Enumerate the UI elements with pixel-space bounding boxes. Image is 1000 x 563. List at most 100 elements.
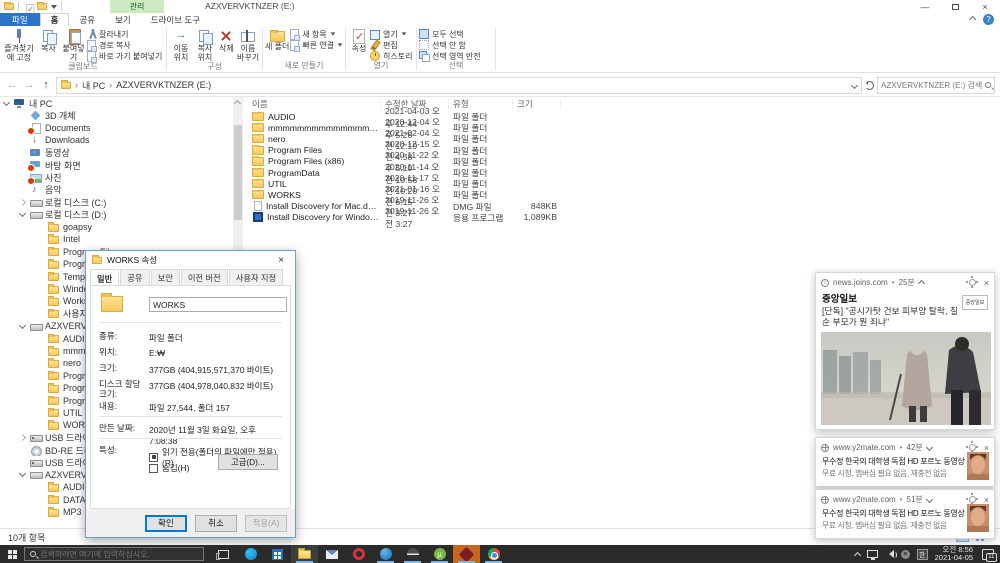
dialog-tab[interactable]: 일반: [90, 269, 119, 286]
dialog-tab[interactable]: 사용자 지정: [229, 269, 283, 285]
close-icon[interactable]: ×: [984, 443, 989, 453]
opera-button[interactable]: [345, 545, 372, 563]
expander-icon[interactable]: [19, 199, 26, 206]
select-none-button[interactable]: 선택 안 함: [419, 40, 481, 50]
file-row[interactable]: WORKS 2021-01-16 오전 6:15 파일 폴더: [248, 189, 1000, 200]
store-button[interactable]: [264, 545, 291, 563]
column-header-size[interactable]: 크기: [513, 99, 561, 110]
properties-button[interactable]: 속성: [348, 27, 370, 54]
utorrent-button[interactable]: µ: [426, 545, 453, 563]
sidebar-item[interactable]: Documents: [0, 122, 233, 134]
file-row[interactable]: Install Discovery for Mac.dmg 2019-11-26…: [248, 201, 1000, 212]
up-button[interactable]: ↑: [39, 79, 53, 91]
copy-path-button[interactable]: 경로 복사: [86, 40, 162, 50]
sidebar-item[interactable]: 사진: [0, 171, 233, 183]
file-row[interactable]: AUDIO 2021-04-03 오후 12:44 파일 폴더: [248, 111, 1000, 122]
close-icon[interactable]: ×: [984, 278, 989, 288]
column-header-type[interactable]: 유형: [449, 99, 513, 110]
tab-view[interactable]: 보기: [105, 13, 141, 26]
expander-icon[interactable]: [3, 99, 10, 106]
paste-shortcut-button[interactable]: 바로 가기 붙여넣기: [86, 51, 162, 61]
news-notification[interactable]: i news.joins.com • 25분 × 중앙일보 [단독] "공시가탓…: [815, 272, 995, 430]
volume-icon[interactable]: [885, 550, 894, 558]
file-row[interactable]: Program Files (x86) 2020-11-22 오후 5:10 파…: [248, 156, 1000, 167]
file-row[interactable]: Program Files 2020-12-15 오전 4:58 파일 폴더: [248, 145, 1000, 156]
sidebar-item[interactable]: Downloads: [0, 134, 233, 146]
close-icon[interactable]: ×: [984, 495, 989, 505]
active-app-button[interactable]: [453, 545, 480, 563]
edge-button[interactable]: [237, 545, 264, 563]
clock[interactable]: 오전 8:56 2021-04-05: [935, 546, 973, 563]
history-button[interactable]: 히스토리: [370, 51, 412, 61]
cut-button[interactable]: 잘라내기: [86, 29, 162, 39]
restore-button[interactable]: [940, 0, 970, 13]
dialog-tab[interactable]: 보안: [151, 269, 180, 285]
promo-notification[interactable]: www.y2mate.com • 42분 × 무수정 한국의 대학생 독점 HD…: [815, 437, 995, 487]
ime-indicator[interactable]: 한: [917, 549, 928, 560]
sidebar-item[interactable]: 동영상: [0, 147, 233, 159]
taskbar-search-input[interactable]: [40, 550, 198, 559]
tab-drive-tools[interactable]: 드라이브 도구: [141, 13, 210, 26]
breadcrumb-my-pc[interactable]: 내 PC: [82, 79, 105, 92]
new-item-button[interactable]: 새 항목: [289, 29, 343, 39]
sidebar-item[interactable]: 로컬 디스크 (D:): [0, 209, 233, 221]
new-folder-button[interactable]: 새 폴더: [265, 27, 289, 52]
paste-button[interactable]: 붙여넣기: [61, 27, 86, 62]
back-button[interactable]: ←: [5, 79, 19, 91]
sidebar-item[interactable]: 3D 개체: [0, 109, 233, 121]
expander-icon[interactable]: [19, 210, 26, 217]
gear-icon[interactable]: [969, 496, 976, 503]
search-icon[interactable]: [985, 82, 991, 88]
expander-icon[interactable]: [19, 434, 26, 441]
tab-home[interactable]: 홈: [40, 13, 70, 26]
start-button[interactable]: [0, 545, 24, 563]
invert-selection-button[interactable]: 선택 영역 반전: [419, 51, 481, 61]
move-to-button[interactable]: → 이동 위치: [169, 27, 193, 62]
scroll-up-icon[interactable]: [234, 100, 241, 107]
cancel-button[interactable]: 취소: [195, 515, 237, 532]
mail-button[interactable]: [318, 545, 345, 563]
sync-error-icon[interactable]: ×: [901, 550, 910, 559]
network-icon[interactable]: [867, 550, 878, 558]
task-view-button[interactable]: [210, 545, 237, 563]
search-box[interactable]: [877, 77, 995, 94]
sidebar-item[interactable]: 로컬 디스크 (C:): [0, 196, 233, 208]
delete-button[interactable]: 삭제: [217, 27, 236, 54]
advanced-button[interactable]: 고급(D)...: [218, 454, 278, 470]
sidebar-item[interactable]: Intel: [0, 233, 233, 245]
properties-qat-icon[interactable]: [25, 3, 32, 10]
expander-icon[interactable]: [19, 470, 26, 477]
tab-share[interactable]: 공유: [69, 13, 105, 26]
collapse-ribbon-icon[interactable]: [969, 16, 976, 23]
refresh-icon[interactable]: [865, 81, 874, 90]
file-row[interactable]: nero 2021-02-04 오전 12:19 파일 폴더: [248, 133, 1000, 144]
qat-customize-caret-icon[interactable]: [51, 5, 57, 9]
folder-name-input[interactable]: WORKS: [149, 297, 287, 312]
copy-button[interactable]: 복사: [36, 27, 61, 54]
breadcrumb[interactable]: › 내 PC › AZXVERVKTNZER (E:): [56, 77, 862, 94]
expand-icon[interactable]: [926, 496, 933, 503]
blue-app-button[interactable]: [372, 545, 399, 563]
collapse-icon[interactable]: [918, 280, 925, 287]
expand-icon[interactable]: [926, 444, 933, 451]
promo-notification[interactable]: www.y2mate.com • 51분 × 무수정 한국의 대학생 독점 HD…: [815, 489, 995, 539]
pin-to-quick-access-button[interactable]: 즐겨찾기에 고정: [2, 27, 36, 62]
open-button[interactable]: 열기: [370, 29, 412, 39]
edit-button[interactable]: 편집: [370, 40, 412, 50]
file-explorer-button[interactable]: [291, 545, 318, 563]
help-icon[interactable]: ?: [983, 14, 994, 25]
hidden-checkbox[interactable]: [149, 464, 158, 473]
select-all-button[interactable]: 모두 선택: [419, 29, 481, 39]
breadcrumb-drive[interactable]: AZXVERVKTNZER (E:): [116, 80, 211, 90]
scrollbar-thumb[interactable]: [234, 125, 242, 220]
search-input[interactable]: [881, 81, 985, 90]
gear-icon[interactable]: [969, 279, 976, 286]
sidebar-item[interactable]: 내 PC: [0, 97, 233, 109]
tab-file[interactable]: 파일: [0, 13, 40, 26]
close-button[interactable]: ×: [970, 0, 1000, 13]
apply-button[interactable]: 적용(A): [245, 515, 287, 532]
sidebar-item[interactable]: 바탕 화면: [0, 159, 233, 171]
dialog-tab[interactable]: 이전 버전: [181, 269, 228, 285]
file-row[interactable]: ProgramData 2020-11-14 오전 10:58 파일 폴더: [248, 167, 1000, 178]
file-row[interactable]: mmmmmmmmmmmmmmmmmmmmmmmmmmm 2020-12-04 오…: [248, 122, 1000, 133]
